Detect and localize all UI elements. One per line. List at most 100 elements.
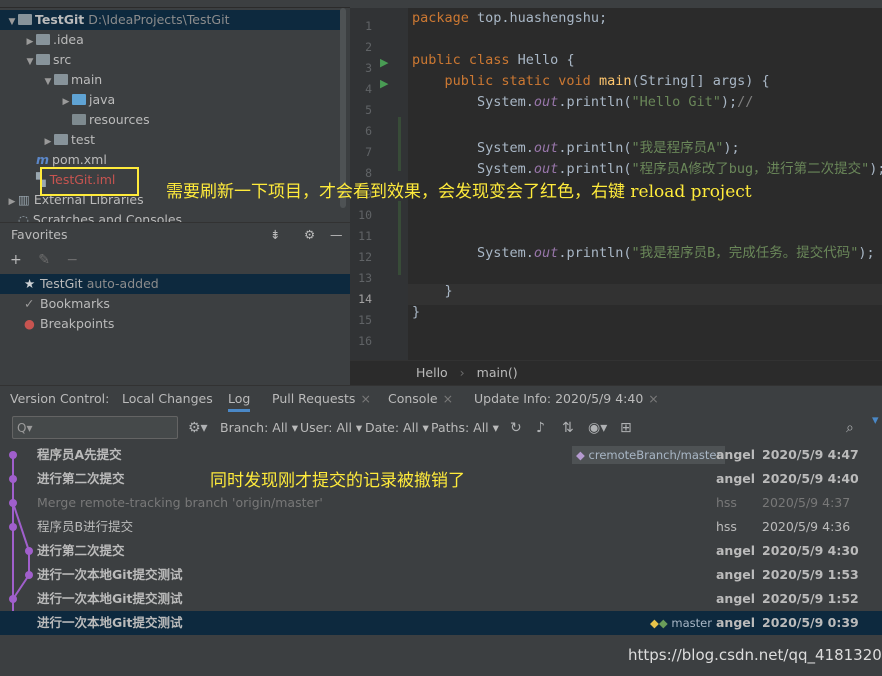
run-icon[interactable]: ▶	[380, 77, 388, 90]
tree-item[interactable]: resources	[0, 110, 340, 130]
chevron-right-icon[interactable]: ▶	[60, 92, 72, 112]
folder-icon	[36, 54, 50, 65]
maven-icon: m	[36, 152, 50, 167]
favorites-toolbar: + ✎ −	[0, 248, 350, 272]
filter-dropdown[interactable]: Paths: All ▾	[431, 413, 499, 443]
code-line[interactable]: public class Hello {	[412, 52, 575, 68]
folder-icon	[36, 34, 50, 45]
filter-dropdown[interactable]: Date: All ▾	[365, 413, 429, 443]
code-line[interactable]: }	[412, 304, 420, 320]
folder-icon	[72, 114, 86, 125]
gear-icon[interactable]: ⚙	[304, 223, 315, 247]
tree-item[interactable]: ▼ src	[0, 50, 340, 70]
close-icon[interactable]: ×	[443, 391, 453, 406]
hide-icon[interactable]: —	[330, 223, 343, 247]
tree-item[interactable]: ▶ java	[0, 90, 340, 110]
tree-item[interactable]: ◌ Scratches and Consoles	[0, 210, 340, 222]
favorites-item[interactable]: ★ TestGit auto-added	[0, 274, 350, 294]
chevron-right-icon[interactable]: ▶	[24, 32, 36, 52]
diff-icon[interactable]: ⊞	[620, 413, 632, 443]
commit-row[interactable]: 进行一次本地Git提交测试 ◆◆ master angel 2020/5/9 0:39	[0, 611, 882, 635]
breadcrumb: Hello › main()	[350, 360, 882, 384]
branch-ref-label: master	[671, 616, 712, 630]
scratch-icon: ◌	[18, 212, 29, 222]
vcs-tab[interactable]: Log	[228, 386, 251, 412]
tree-item-label: main	[71, 72, 103, 87]
breadcrumb-class[interactable]: Hello	[416, 365, 448, 380]
tree-item-label: Scratches and Consoles	[32, 212, 183, 222]
commit-row[interactable]: 进行第二次提交 angel 2020/5/9 4:30	[0, 539, 882, 563]
close-icon[interactable]: ×	[360, 391, 370, 406]
expand-icon[interactable]: ▾	[872, 413, 882, 443]
commit-date: 2020/5/9 4:47	[762, 447, 859, 462]
chevron-right-icon[interactable]: ▶	[42, 132, 54, 152]
chevron-down-icon[interactable]: ▼	[6, 12, 18, 32]
search-icon[interactable]: ⌕	[846, 413, 854, 443]
favorites-item-note: auto-added	[86, 276, 159, 291]
breadcrumb-method[interactable]: main()	[477, 365, 518, 380]
search-icon: Q▾	[17, 421, 33, 435]
log-filter-input[interactable]: Q▾	[12, 416, 178, 439]
code-line[interactable]: package top.huashengshu;	[412, 10, 607, 26]
sort-icon[interactable]: ⇅	[562, 413, 574, 443]
library-icon: ▥	[18, 192, 30, 207]
line-number: 14	[358, 292, 372, 306]
vcs-tab-label: Pull Requests	[272, 391, 356, 406]
commit-row[interactable]: Merge remote-tracking branch 'origin/mas…	[0, 491, 882, 515]
breadcrumb-separator-icon: ›	[459, 365, 465, 380]
favorites-item[interactable]: ● Breakpoints	[0, 314, 350, 334]
editor-tabs[interactable]	[350, 0, 882, 8]
line-number: 1	[365, 19, 372, 33]
commit-row[interactable]: 程序员A先提交 ◆ cremoteBranch/master angel 2020/5…	[0, 443, 882, 467]
commit-author: angel	[716, 615, 756, 630]
code-line[interactable]: System.out.println("Hello Git");//	[412, 94, 753, 110]
vcs-tab-label: Local Changes	[122, 391, 213, 406]
run-icon[interactable]: ▶	[380, 56, 388, 69]
refresh-icon[interactable]: ↻	[510, 413, 522, 443]
code-line[interactable]: System.out.println("程序员A修改了bug，进行第二次提交")…	[412, 157, 882, 177]
edit-icon[interactable]: ✎	[38, 252, 50, 268]
star-icon: ★	[24, 276, 36, 291]
commit-date: 2020/5/9 4:37	[762, 495, 851, 510]
commit-row[interactable]: 进行一次本地Git提交测试 angel 2020/5/9 1:52	[0, 587, 882, 611]
commit-row[interactable]: 程序员B进行提交 hss 2020/5/9 4:36	[0, 515, 882, 539]
commit-author: hss	[716, 495, 737, 510]
remove-icon[interactable]: −	[66, 252, 78, 268]
tree-item[interactable]: ▼ main	[0, 70, 340, 90]
change-marker	[398, 117, 406, 171]
code-line[interactable]: }	[412, 283, 453, 299]
cherry-pick-icon[interactable]: ♪	[536, 413, 545, 443]
close-icon[interactable]: ×	[648, 391, 658, 406]
chevron-right-icon[interactable]: ▶	[6, 192, 18, 212]
tree-item-label: pom.xml	[52, 152, 107, 167]
collapse-icon[interactable]: ⇟	[270, 223, 280, 247]
tree-item[interactable]: ▼ TestGit D:\IdeaProjects\TestGit	[0, 10, 340, 30]
chevron-down-icon[interactable]: ▼	[42, 72, 54, 92]
commit-date: 2020/5/9 1:52	[762, 591, 859, 606]
eye-icon[interactable]: ◉▾	[588, 413, 607, 443]
code-line[interactable]: System.out.println("我是程序员A");	[412, 136, 740, 156]
code-line[interactable]: public static void main(String[] args) {	[412, 73, 770, 89]
version-control-panel: Version Control: Local Changes Log Pull Req…	[0, 385, 882, 676]
tree-item[interactable]: ▶ .idea	[0, 30, 340, 50]
vcs-tab[interactable]: Local Changes	[122, 386, 213, 412]
vcs-tab[interactable]: Console ×	[388, 386, 453, 412]
code-line[interactable]: System.out.println("我是程序员B，完成任务。提交代码");	[412, 241, 875, 261]
line-number: 5	[365, 103, 372, 117]
gear-icon[interactable]: ⚙▾	[188, 413, 208, 443]
favorites-item[interactable]: ✓ Bookmarks	[0, 294, 350, 314]
breakpoint-icon: ●	[24, 316, 35, 331]
vcs-tab[interactable]: Pull Requests ×	[272, 386, 371, 412]
tree-item[interactable]: ▶ test	[0, 130, 340, 150]
favorites-item-label: TestGit	[40, 276, 83, 291]
branch-tag: ◆◆ master	[650, 616, 712, 630]
line-number: 13	[358, 271, 372, 285]
chevron-down-icon[interactable]: ▼	[24, 52, 36, 72]
commit-row[interactable]: 进行一次本地Git提交测试 angel 2020/5/9 1:53	[0, 563, 882, 587]
add-icon[interactable]: +	[10, 252, 22, 268]
vcs-tab[interactable]: Update Info: 2020/5/9 4:40 ×	[474, 386, 659, 412]
project-scrollbar[interactable]	[340, 8, 346, 208]
filter-dropdown[interactable]: Branch: All ▾	[220, 413, 298, 443]
filter-dropdown[interactable]: User: All ▾	[300, 413, 362, 443]
vcs-tabs: Version Control: Local Changes Log Pull Req…	[0, 386, 882, 412]
